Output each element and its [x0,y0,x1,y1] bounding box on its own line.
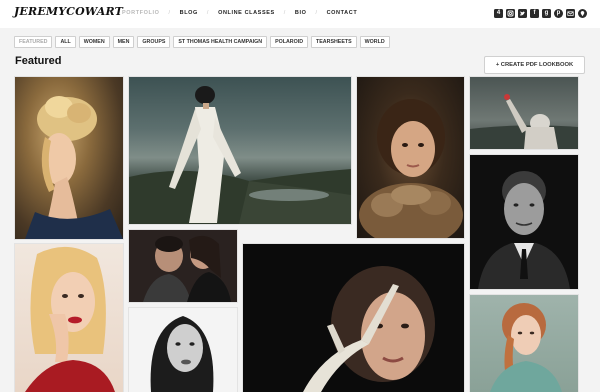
nav-blog[interactable]: BLOG [180,10,198,16]
facebook-icon[interactable]: f [530,9,539,18]
white-coat-cliff-scene[interactable] [129,77,351,224]
four-icon[interactable]: 4 [494,9,503,18]
site-logo[interactable]: JEREMYCOWART [14,5,123,18]
instagram-icon[interactable] [506,9,515,18]
hooded-figure-landscape[interactable] [470,77,578,149]
man-in-suit-portrait[interactable] [470,155,578,289]
page-title: Featured [15,55,62,67]
site-header: JEREMYCOWART PORTFOLIO / BLOG / ONLINE C… [0,0,600,28]
filter-world[interactable]: WORLD [359,36,390,48]
location-pin-icon[interactable] [578,9,587,18]
filter-bar: FEATURED ALL WOMEN MEN GROUPS ST THOMAS … [14,36,390,48]
blonde-updo-portrait[interactable] [15,77,123,239]
nav-online-classes[interactable]: ONLINE CLASSES [218,10,275,16]
pinterest-icon[interactable]: p [554,9,563,18]
email-icon[interactable] [566,9,575,18]
nav-separator: / [283,10,286,16]
filter-polaroid[interactable]: POLAROID [270,36,309,48]
woman-antler-portrait[interactable] [243,244,464,392]
main-nav: PORTFOLIO / BLOG / ONLINE CLASSES / BIO … [122,10,357,16]
nav-bio[interactable]: BIO [295,10,307,16]
filter-all[interactable]: ALL [55,36,76,48]
google-plus-icon[interactable]: g [542,9,551,18]
social-links: 4 f g p [494,9,587,18]
filter-tearsheets[interactable]: TEARSHEETS [311,36,357,48]
filter-women[interactable]: WOMEN [78,36,110,48]
nav-separator: / [168,10,171,16]
filter-featured[interactable]: FEATURED [14,36,53,48]
girl-feather-collar-portrait[interactable] [357,77,464,238]
nav-separator: / [315,10,318,16]
nav-separator: / [206,10,210,16]
create-pdf-lookbook-button[interactable]: + CREATE PDF LOOKBOOK [484,56,585,74]
filter-groups[interactable]: GROUPS [137,36,171,48]
twitter-icon[interactable] [518,9,527,18]
filter-st-thomas-health-campaign[interactable]: ST THOMAS HEALTH CAMPAIGN [173,36,268,48]
blonde-red-lips-portrait[interactable] [15,244,123,392]
nav-portfolio[interactable]: PORTFOLIO [122,10,159,16]
redhead-braid-portrait[interactable] [470,295,578,392]
filter-men[interactable]: MEN [112,36,135,48]
brunette-bw-portrait[interactable] [129,308,237,392]
couple-laughing-portrait[interactable] [129,230,237,302]
nav-contact[interactable]: CONTACT [327,10,358,16]
